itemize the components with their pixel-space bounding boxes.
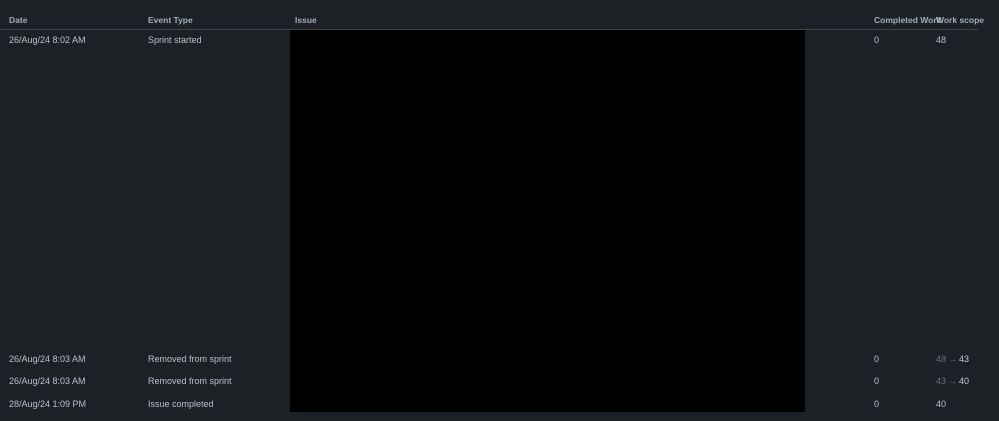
header-work-scope[interactable]: Work scope bbox=[936, 15, 984, 25]
header-issue[interactable]: Issue bbox=[295, 15, 317, 25]
sprint-report-table: Date Event Type Issue Completed Work Wor… bbox=[0, 0, 999, 421]
row-date: 28/Aug/24 1:09 PM bbox=[9, 399, 87, 409]
header-date[interactable]: Date bbox=[9, 15, 27, 25]
redacted-issue-column bbox=[290, 30, 805, 412]
work-scope-new: 43 bbox=[959, 354, 970, 364]
work-scope-old: 48 bbox=[936, 354, 947, 364]
row-date: 26/Aug/24 8:03 AM bbox=[9, 354, 86, 364]
arrow-right-icon: → bbox=[948, 354, 958, 364]
row-work-scope-change: 43 → 40 bbox=[936, 371, 969, 391]
header-event-type[interactable]: Event Type bbox=[148, 15, 193, 25]
table-header: Date Event Type Issue Completed Work Wor… bbox=[0, 0, 984, 30]
row-work-scope: 40 bbox=[936, 399, 947, 409]
row-event-type: Removed from sprint bbox=[148, 354, 232, 364]
row-event-type: Sprint started bbox=[148, 35, 202, 45]
row-work-scope: 48 bbox=[936, 35, 947, 45]
row-completed-work: 0 bbox=[874, 376, 880, 386]
row-event-type: Removed from sprint bbox=[148, 376, 232, 386]
work-scope-old: 43 bbox=[936, 376, 947, 386]
row-completed-work: 0 bbox=[874, 354, 880, 364]
work-scope-new: 40 bbox=[959, 376, 970, 386]
arrow-right-icon: → bbox=[948, 376, 958, 386]
row-completed-work: 0 bbox=[874, 35, 880, 45]
row-date: 26/Aug/24 8:03 AM bbox=[9, 376, 86, 386]
row-work-scope-change: 48 → 43 bbox=[936, 349, 969, 369]
row-event-type: Issue completed bbox=[148, 399, 214, 409]
header-completed-work[interactable]: Completed Work bbox=[874, 15, 941, 25]
row-completed-work: 0 bbox=[874, 399, 880, 409]
row-date: 26/Aug/24 8:02 AM bbox=[9, 35, 86, 45]
